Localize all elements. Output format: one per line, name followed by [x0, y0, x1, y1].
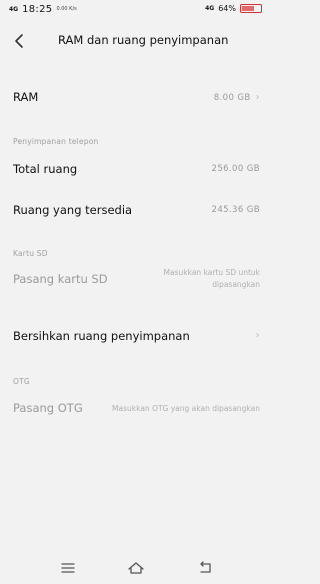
- network-indicator-right: 4G: [205, 4, 215, 12]
- app-header: RAM dan ruang penyimpanan: [0, 26, 272, 60]
- home-icon: [128, 562, 144, 574]
- total-space-value: 256.00 GB: [211, 164, 260, 174]
- section-phone-storage: Penyimpanan telepon: [13, 137, 99, 146]
- cleanup-storage-row[interactable]: Bersihkan ruang penyimpanan ›: [0, 326, 272, 350]
- return-icon: [200, 561, 211, 573]
- mount-otg-row[interactable]: Pasang OTG Masukkan OTG yang akan dipasa…: [0, 399, 272, 423]
- section-otg: OTG: [13, 377, 30, 386]
- status-right: 4G 64%: [205, 4, 262, 13]
- otg-hint: Masukkan OTG yang akan dipasangkan: [112, 404, 260, 413]
- menu-button[interactable]: [60, 560, 78, 574]
- section-sd-card: Kartu SD: [13, 249, 48, 258]
- available-space-label: Ruang yang tersedia: [13, 203, 133, 217]
- page-title: RAM dan ruang penyimpanan: [58, 33, 229, 47]
- navigation-bar: [0, 556, 272, 580]
- battery-icon: [240, 4, 262, 13]
- ram-row[interactable]: RAM 8.00 GB ›: [0, 86, 272, 110]
- chevron-right-icon: ›: [255, 92, 260, 103]
- chevron-left-icon: [15, 34, 23, 48]
- menu-icon: [61, 563, 75, 573]
- sd-hint-line2: dipasangkan: [212, 280, 260, 289]
- status-bar: 4G 18:25 0.00 K/s 4G 64%: [0, 0, 272, 22]
- mount-otg-label: Pasang OTG: [13, 401, 83, 415]
- chevron-right-icon: ›: [255, 330, 260, 341]
- mount-sd-row[interactable]: Pasang kartu SD Masukkan kartu SD untuk …: [0, 268, 272, 298]
- ram-label: RAM: [13, 90, 39, 104]
- back-nav-button[interactable]: [198, 560, 216, 574]
- total-space-label: Total ruang: [13, 162, 78, 176]
- back-button[interactable]: [12, 32, 30, 50]
- cleanup-chevron-wrap: ›: [251, 330, 260, 341]
- available-space-row: Ruang yang tersedia 245.36 GB: [0, 199, 272, 223]
- clock: 18:25: [22, 4, 53, 15]
- total-space-row: Total ruang 256.00 GB: [0, 158, 272, 182]
- available-space-value: 245.36 GB: [211, 205, 260, 215]
- network-speed: 0.00 K/s: [56, 6, 77, 12]
- home-button[interactable]: [127, 560, 145, 574]
- cleanup-storage-label: Bersihkan ruang penyimpanan: [13, 329, 190, 343]
- ram-value: 8.00 GB: [213, 93, 251, 103]
- sd-hint: Masukkan kartu SD untuk dipasangkan: [164, 267, 260, 291]
- ram-value-wrap: 8.00 GB ›: [214, 92, 260, 103]
- mount-sd-label: Pasang kartu SD: [13, 272, 108, 286]
- status-left: 4G 18:25 0.00 K/s: [9, 4, 77, 15]
- sd-hint-line1: Masukkan kartu SD untuk: [163, 268, 260, 277]
- battery-level-fill: [242, 6, 254, 11]
- network-indicator: 4G: [9, 5, 19, 13]
- battery-percent: 64%: [218, 4, 236, 13]
